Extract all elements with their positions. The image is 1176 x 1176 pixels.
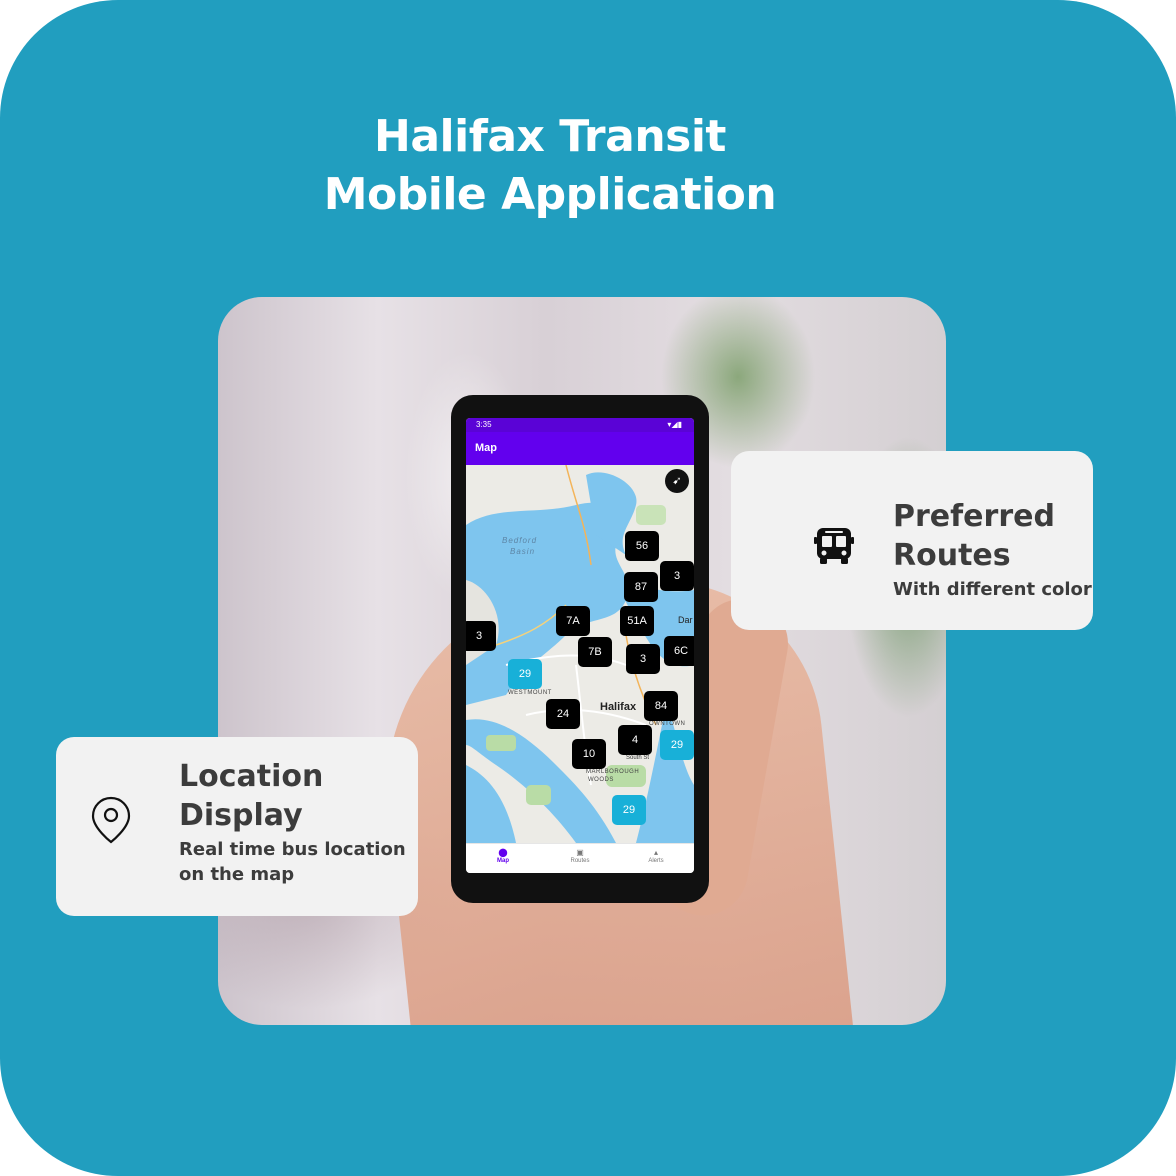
bottom-nav: ⬤ Map ▣ Routes ▴ Alerts (466, 843, 694, 873)
status-bar: 3:35 ▾◢▮ (466, 418, 694, 432)
card-subtitle: With different color (893, 579, 1092, 600)
bus-icon: ▣ (576, 848, 584, 857)
map-label-downtown: OWNTOWN (649, 721, 686, 727)
card-subtitle: Real time bus location on the map (179, 839, 406, 885)
map-label-marlborough: MARLBOROUGH (586, 769, 640, 775)
status-time: 3:35 (476, 420, 492, 429)
bus-marker[interactable]: 3 (660, 561, 694, 591)
bus-marker[interactable]: 87 (624, 572, 658, 602)
nav-item-map[interactable]: ⬤ Map (473, 848, 533, 864)
map-label-dartmouth: Dar (678, 615, 693, 625)
nav-label: Map (497, 858, 509, 864)
bus-marker[interactable]: 51A (620, 606, 654, 636)
map-label-city: Halifax (600, 701, 637, 713)
feature-card-location-display: Location Display Real time bus location … (56, 737, 418, 916)
nav-item-alerts[interactable]: ▴ Alerts (626, 848, 686, 864)
map-pin-icon: ⬤ (498, 848, 508, 857)
bus-marker[interactable]: 4 (618, 725, 652, 755)
bus-marker[interactable]: 7B (578, 637, 612, 667)
map-label-westmount: WESTMOUNT (508, 690, 552, 696)
bus-marker-preferred[interactable]: 29 (612, 795, 646, 825)
map-label-basin: Bedford Basin (502, 536, 538, 556)
map-label-south-st: South St (626, 755, 650, 761)
card-title: Location Display (179, 759, 324, 833)
app-bar: Map (466, 432, 694, 465)
phone-screen: 3:35 ▾◢▮ Map ➹ Bedford Basin Halifax Dar… (466, 418, 694, 873)
status-icons: ▾◢▮ (667, 420, 682, 429)
home-indicator (548, 879, 612, 881)
bus-marker-preferred[interactable]: 29 (660, 730, 694, 760)
title-line-1: Halifax Transit (374, 111, 726, 162)
bus-marker[interactable]: 10 (572, 739, 606, 769)
feature-card-preferred-routes: Preferred Routes With different color (731, 451, 1093, 630)
bus-marker[interactable]: 84 (644, 691, 678, 721)
map-view[interactable]: ➹ Bedford Basin Halifax Dar WESTMOUNT OW… (466, 465, 694, 843)
bus-marker[interactable]: 56 (625, 531, 659, 561)
promo-canvas: Halifax Transit Mobile Application 3:35 … (0, 0, 1176, 1176)
bus-marker[interactable]: 6C (664, 636, 694, 666)
app-bar-title: Map (475, 442, 497, 454)
nav-item-routes[interactable]: ▣ Routes (550, 848, 610, 864)
bus-marker[interactable]: 24 (546, 699, 580, 729)
bell-icon: ▴ (653, 848, 658, 857)
bus-marker[interactable]: 7A (556, 606, 590, 636)
card-title: Preferred Routes (893, 499, 1055, 573)
bus-icon (814, 528, 854, 564)
compass-icon: ➹ (672, 475, 682, 487)
nav-label: Routes (570, 858, 590, 864)
bus-marker[interactable]: 3 (466, 621, 496, 651)
title-line-2: Mobile Application (323, 169, 777, 220)
nav-label: Alerts (648, 858, 664, 864)
page-title: Halifax Transit Mobile Application (250, 108, 850, 224)
bus-marker[interactable]: 3 (626, 644, 660, 674)
map-label-woods: WOODS (588, 777, 614, 783)
compass-button[interactable]: ➹ (665, 469, 689, 493)
map-pin-icon (91, 796, 131, 844)
bus-marker-preferred[interactable]: 29 (508, 659, 542, 689)
